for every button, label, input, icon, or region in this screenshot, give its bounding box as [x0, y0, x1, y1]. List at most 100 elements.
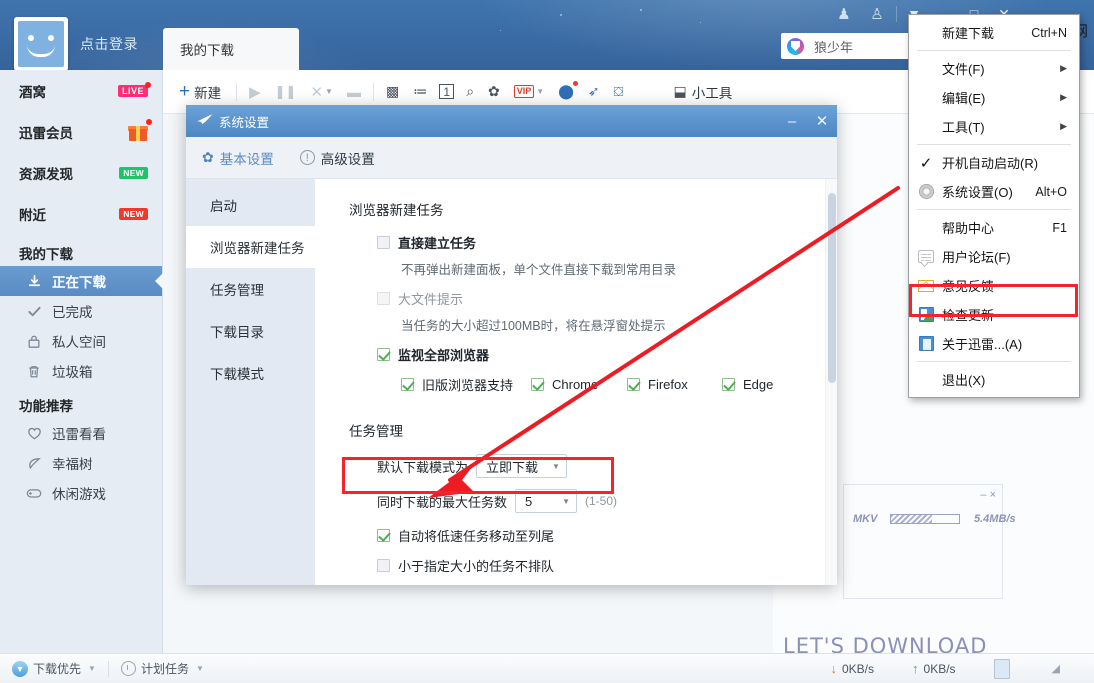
avatar[interactable] — [14, 17, 68, 71]
avatar-face-icon — [18, 21, 64, 67]
vip-badge: VIP — [514, 85, 535, 98]
sidebar-item-vip[interactable]: 迅雷会员 — [0, 111, 162, 152]
default-mode-select[interactable]: 立即下载 ▼ — [476, 454, 567, 478]
menu-item-label: 帮助中心 — [942, 218, 1052, 237]
pause-button[interactable]: ❚❚ — [268, 77, 304, 107]
option-no-queue[interactable]: 小于指定大小的任务不排队 — [349, 556, 837, 575]
max-tasks-select[interactable]: 5 ▼ — [515, 489, 577, 513]
menu-item-check-update[interactable]: 检查更新 — [909, 300, 1079, 329]
menu-item-tools[interactable]: 工具(T) ▶ — [909, 112, 1079, 141]
option-big-file[interactable]: 大文件提示 — [349, 289, 837, 308]
list-sort-button[interactable]: ≔ — [406, 77, 434, 107]
sidebar-item-trash[interactable]: 垃圾箱 — [0, 356, 162, 386]
sidebar-item-private-space[interactable]: 私人空间 — [0, 326, 162, 356]
settings-gear-button[interactable]: ✿ — [481, 77, 507, 107]
menu-item-new-download[interactable]: 新建下载 Ctrl+N — [909, 18, 1079, 47]
check-icon: ✓ — [915, 152, 937, 174]
grid-view-button[interactable]: ▩ — [379, 77, 406, 107]
dialog-close-button[interactable]: ✕ — [807, 105, 837, 137]
menu-item-edit[interactable]: 编辑(E) ▶ — [909, 83, 1079, 112]
auto-move-checkbox[interactable] — [377, 529, 390, 542]
menu-item-feedback[interactable]: 意见反馈 — [909, 271, 1079, 300]
menu-item-user-forum[interactable]: 用户论坛(F) — [909, 242, 1079, 271]
nav-item-download-directory[interactable]: 下载目录 — [186, 310, 315, 352]
menu-item-file[interactable]: 文件(F) ▶ — [909, 54, 1079, 83]
menu-item-system-settings[interactable]: 系统设置(O) Alt+O — [909, 177, 1079, 206]
login-prompt[interactable]: 点击登录 — [80, 34, 138, 54]
dialog-main-panel: 浏览器新建任务 直接建立任务 不再弹出新建面板，单个文件直接下载到常用目录 大文… — [315, 179, 837, 585]
shield-button[interactable]: ⬤ — [551, 77, 581, 107]
nav-item-browser-new-task[interactable]: 浏览器新建任务 — [186, 226, 315, 268]
download-priority-button[interactable]: ▼ 下载优先 ▼ — [12, 660, 96, 677]
option-firefox[interactable]: Firefox — [627, 377, 722, 392]
download-arrow-icon: ↓ — [831, 661, 838, 676]
panel-toggle-button[interactable] — [994, 659, 1010, 679]
resize-grip-icon[interactable]: ◢ — [1052, 662, 1060, 675]
search-input[interactable]: 狼少年 — [814, 37, 853, 56]
default-mode-value: 立即下载 — [486, 457, 538, 476]
edge-checkbox[interactable] — [722, 378, 735, 391]
sidebar-item-resource-discovery[interactable]: 资源发现 NEW — [0, 152, 162, 193]
search-button[interactable]: ⌕ — [459, 77, 481, 107]
new-task-button[interactable]: + 新建 — [177, 77, 231, 107]
sidebar-item-jiuwo[interactable]: 酒窝 LIVE — [0, 70, 162, 111]
scheduled-task-button[interactable]: 计划任务 ▼ — [121, 660, 204, 677]
blank-icon — [915, 22, 937, 44]
sidebar-item-kankan[interactable]: 迅雷看看 — [0, 418, 162, 448]
tools-button[interactable]: ⬓ 小工具 — [667, 77, 740, 107]
nav-item-download-mode[interactable]: 下载模式 — [186, 352, 315, 394]
big-file-checkbox[interactable] — [377, 292, 390, 305]
tab-my-downloads[interactable]: 我的下载 — [163, 28, 299, 70]
dialog-scrollbar[interactable] — [825, 179, 837, 585]
tab-advanced-settings[interactable]: ! 高级设置 — [300, 148, 375, 168]
tab-basic-settings[interactable]: ✿ 基本设置 — [202, 148, 274, 168]
folder-button[interactable]: ▬ — [340, 77, 368, 107]
no-queue-checkbox[interactable] — [377, 559, 390, 572]
chevron-down-icon: ▼ — [88, 664, 96, 673]
live-badge: LIVE — [118, 85, 148, 97]
game-button[interactable]: ⛋ — [607, 77, 631, 107]
nav-item-startup[interactable]: 启动 — [186, 184, 315, 226]
monitor-all-checkbox[interactable] — [377, 348, 390, 361]
dialog-title-bar: 系统设置 – ✕ — [186, 105, 837, 137]
legacy-browser-checkbox[interactable] — [401, 378, 414, 391]
accelerate-button[interactable]: ➶ — [581, 77, 607, 107]
upload-speed-value: 0KB/s — [924, 662, 956, 676]
nav-item-task-management[interactable]: 任务管理 — [186, 268, 315, 310]
shirt-icon[interactable]: ♟ — [833, 3, 855, 25]
sketch-speed-label: 5.4MB/s — [974, 513, 1016, 525]
menu-item-about[interactable]: 关于迅雷...(A) — [909, 329, 1079, 358]
sidebar-item-downloading[interactable]: 正在下载 — [0, 266, 162, 296]
section-title-browser: 浏览器新建任务 — [349, 199, 837, 219]
browser-logo-icon — [787, 38, 804, 55]
sidebar-item-nearby[interactable]: 附近 NEW — [0, 193, 162, 234]
dialog-scrollbar-thumb[interactable] — [828, 193, 836, 383]
option-auto-move[interactable]: 自动将低速任务移动至列尾 — [349, 526, 837, 545]
monitor-all-label: 监视全部浏览器 — [398, 345, 489, 364]
submenu-arrow-icon: ▶ — [1060, 63, 1079, 74]
direct-task-checkbox[interactable] — [377, 236, 390, 249]
sidebar-item-casual-games[interactable]: 休闲游戏 — [0, 478, 162, 508]
menu-item-help-center[interactable]: 帮助中心 F1 — [909, 213, 1079, 242]
firefox-checkbox[interactable] — [627, 378, 640, 391]
menu-item-autostart[interactable]: ✓ 开机自动启动(R) — [909, 148, 1079, 177]
single-view-button[interactable]: 1 — [439, 84, 454, 99]
menu-item-exit[interactable]: 退出(X) — [909, 365, 1079, 394]
delete-button[interactable]: ✕▼ — [303, 77, 340, 107]
sidebar-item-happy-tree[interactable]: 幸福树 — [0, 448, 162, 478]
download-icon — [24, 274, 44, 289]
option-monitor-all[interactable]: 监视全部浏览器 — [349, 345, 837, 364]
vip-button[interactable]: VIP▼ — [507, 77, 551, 107]
sidebar-item-completed[interactable]: 已完成 — [0, 296, 162, 326]
option-edge[interactable]: Edge — [722, 377, 773, 392]
search-box[interactable]: 狼少年 — [781, 33, 929, 59]
option-direct-task[interactable]: 直接建立任务 — [349, 233, 837, 252]
download-speed-value: 0KB/s — [842, 662, 874, 676]
person-icon[interactable]: ♙ — [866, 3, 888, 25]
play-button[interactable]: ▶ — [242, 77, 268, 107]
dialog-minimize-button[interactable]: – — [777, 105, 807, 137]
upload-arrow-icon: ↑ — [912, 661, 919, 676]
chrome-checkbox[interactable] — [531, 378, 544, 391]
option-legacy-browser[interactable]: 旧版浏览器支持 — [401, 375, 531, 394]
option-chrome[interactable]: Chrome — [531, 377, 627, 392]
